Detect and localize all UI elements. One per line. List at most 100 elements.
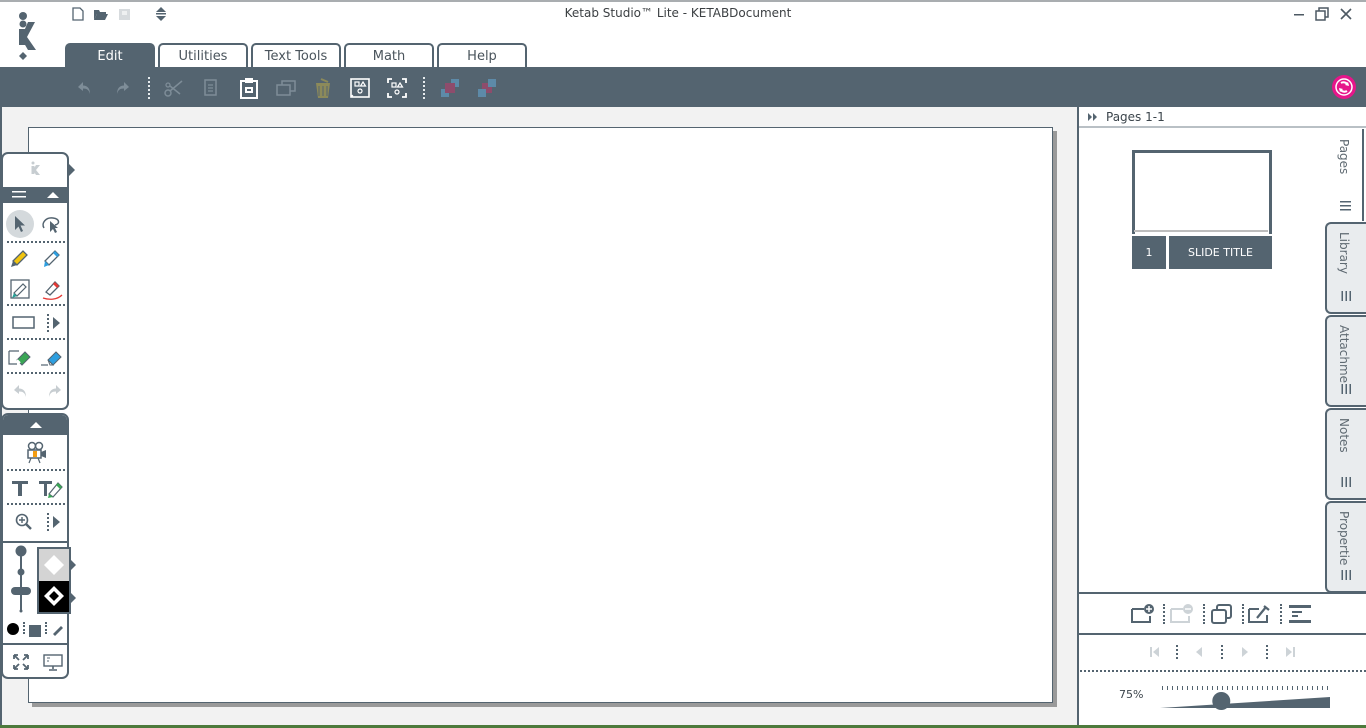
remove-page-button[interactable]: [1169, 602, 1195, 626]
triangle-right-icon: [53, 516, 60, 528]
restore-button[interactable]: [1311, 4, 1333, 24]
send-backward-button[interactable]: [474, 75, 500, 101]
toolbox-redo-button[interactable]: [41, 378, 67, 404]
paste-button[interactable]: [236, 75, 262, 101]
page-number: 1: [1132, 236, 1166, 269]
tab-math[interactable]: Math: [344, 43, 434, 68]
round-brush-button[interactable]: [6, 621, 20, 640]
toolbox-undo-button[interactable]: [8, 378, 34, 404]
shape-recognition-pen-icon: [10, 279, 30, 299]
minimize-button[interactable]: [1288, 4, 1310, 24]
action-separator: [1242, 604, 1244, 624]
ketab-mini-logo-icon[interactable]: [30, 160, 42, 184]
side-tab-label: Library: [1337, 232, 1351, 274]
zoom-separator: [1080, 670, 1366, 672]
page-title: SLIDE TITLE: [1169, 236, 1272, 269]
side-tab-label: Pages: [1337, 139, 1351, 175]
minimize-icon: [1294, 14, 1304, 16]
lasso-select-button[interactable]: [38, 211, 64, 237]
shape-options-button[interactable]: [47, 310, 65, 336]
zoom-slider[interactable]: [1158, 684, 1332, 710]
workspace: [0, 107, 1077, 725]
delete-button[interactable]: [310, 75, 336, 101]
pen-icon: [44, 250, 60, 267]
toolbar-separator: [148, 77, 150, 99]
side-tab-properties[interactable]: Propertie: [1325, 501, 1366, 593]
select-area-button[interactable]: [384, 75, 410, 101]
close-icon: [1340, 8, 1352, 20]
fill-color-swatch[interactable]: [37, 547, 71, 582]
grip-icon: [1341, 477, 1351, 487]
next-page-button[interactable]: [1237, 644, 1253, 660]
drawing-toolbox: [1, 152, 75, 410]
first-page-button[interactable]: [1147, 644, 1163, 660]
side-tab-notes[interactable]: Notes: [1325, 408, 1366, 500]
side-tab-pages[interactable]: Pages: [1325, 129, 1366, 221]
trash-icon: [316, 78, 330, 98]
clipboard-icon: [240, 78, 258, 99]
round-brush-icon: [7, 623, 19, 635]
add-page-button[interactable]: [1130, 602, 1156, 626]
eraser-button[interactable]: [39, 344, 65, 370]
toolbox2-header[interactable]: [3, 415, 67, 435]
magnifier-options-button[interactable]: [47, 509, 65, 535]
select-all-icon: [350, 78, 370, 98]
highlighter-button[interactable]: [7, 245, 33, 271]
nav-separator: [1221, 645, 1223, 659]
handwriting-text-button[interactable]: [38, 475, 64, 501]
copy-icon: [204, 79, 217, 96]
square-brush-button[interactable]: [29, 622, 41, 641]
calligraphy-brush-button[interactable]: [51, 621, 65, 640]
stroke-color-swatch[interactable]: [37, 581, 71, 614]
scissors-icon: [164, 80, 183, 97]
undo-button[interactable]: [72, 75, 98, 101]
nav-separator: [1176, 645, 1178, 659]
page-layout-button[interactable]: [1287, 602, 1313, 626]
stroke-size-slider[interactable]: [11, 545, 31, 617]
video-camera-button[interactable]: [23, 440, 49, 466]
collapse-panel-icon[interactable]: [1088, 112, 1098, 121]
last-page-button[interactable]: [1282, 644, 1298, 660]
presentation-mode-button[interactable]: [40, 649, 66, 675]
fill-color-pointer: [70, 559, 76, 571]
redo-button[interactable]: [109, 75, 135, 101]
text-tool-button[interactable]: [7, 475, 33, 501]
object-eraser-icon: [8, 350, 31, 366]
magic-pen-button[interactable]: [39, 276, 65, 302]
pen-button[interactable]: [39, 245, 65, 271]
toolbox-divider: [3, 643, 67, 645]
duplicate-button[interactable]: [273, 75, 299, 101]
duplicate-icon: [276, 80, 296, 96]
tab-text-tools[interactable]: Text Tools: [251, 43, 341, 68]
side-tab-library[interactable]: Library: [1325, 222, 1366, 314]
document-canvas[interactable]: [28, 127, 1053, 703]
duplicate-page-button[interactable]: [1209, 602, 1235, 626]
previous-page-button[interactable]: [1191, 644, 1207, 660]
magic-pen-icon: [42, 281, 63, 300]
page-thumbnail[interactable]: 1 SLIDE TITLE: [1132, 150, 1272, 269]
bring-forward-button[interactable]: [437, 75, 463, 101]
side-tab-attachments[interactable]: Attachme: [1325, 315, 1366, 407]
sync-button[interactable]: [1332, 75, 1356, 99]
rectangle-tool-button[interactable]: [11, 310, 37, 336]
object-eraser-button[interactable]: [7, 344, 33, 370]
copy-button[interactable]: [199, 75, 225, 101]
fullscreen-icon: [13, 654, 29, 670]
tab-help[interactable]: Help: [437, 43, 527, 68]
edit-page-button[interactable]: [1247, 602, 1273, 626]
restore-icon: [1315, 7, 1329, 21]
cut-button[interactable]: [161, 75, 187, 101]
redo-icon: [117, 82, 129, 94]
handwriting-text-icon: [39, 481, 63, 498]
magnifier-button[interactable]: [11, 509, 37, 535]
square-brush-icon: [29, 625, 41, 637]
select-all-objects-button[interactable]: [347, 75, 373, 101]
fullscreen-button[interactable]: [8, 649, 34, 675]
tab-utilities[interactable]: Utilities: [158, 43, 248, 68]
close-button[interactable]: [1335, 4, 1357, 24]
tab-edit[interactable]: Edit: [65, 43, 155, 68]
stroke-color-pointer: [70, 592, 76, 604]
select-pointer-button[interactable]: [6, 210, 34, 238]
shape-pen-button[interactable]: [7, 276, 33, 302]
zoom-slider-track: [1160, 697, 1330, 708]
